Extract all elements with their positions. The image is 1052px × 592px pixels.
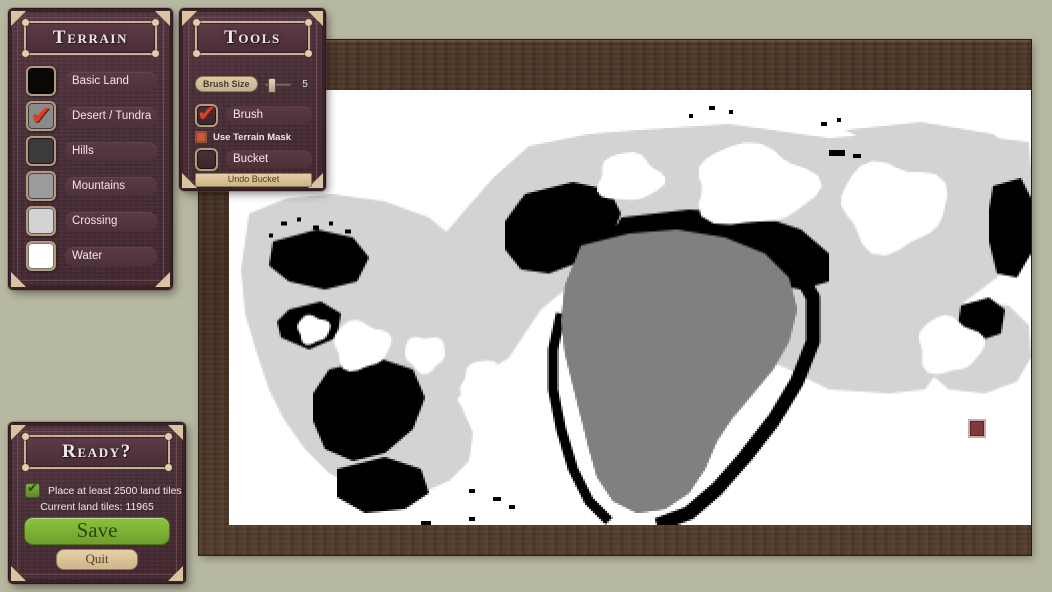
- ready-panel-title-plate: Ready?: [22, 433, 172, 471]
- requirement-met-check-icon: [25, 481, 40, 498]
- terrain-mask-checkbox[interactable]: [195, 131, 207, 143]
- terrain-swatch-icon[interactable]: [26, 136, 56, 166]
- corner-ornament-bottom-right: [168, 566, 183, 581]
- world-map-canvas[interactable]: [229, 90, 1031, 525]
- plate-stud-icon: [22, 19, 29, 26]
- save-button[interactable]: Save: [24, 517, 170, 545]
- checkmark-icon: ✔: [30, 101, 52, 131]
- terrain-item-crossing[interactable]: Crossing: [26, 204, 157, 238]
- map-canvas-area[interactable]: [229, 90, 1031, 525]
- terrain-item-water[interactable]: Water: [26, 239, 157, 273]
- bucket-label: Bucket: [226, 150, 312, 168]
- plate-stud-icon: [22, 464, 29, 471]
- terrain-item-desert-tundra[interactable]: ✔ Desert / Tundra: [26, 99, 157, 133]
- plate-stud-icon: [165, 464, 172, 471]
- terrain-item-basic-land[interactable]: Basic Land: [26, 64, 157, 98]
- corner-ornament-bottom-left: [11, 566, 26, 581]
- terrain-swatch-icon[interactable]: [26, 171, 56, 201]
- plate-stud-icon: [152, 19, 159, 26]
- tools-panel-title-plate: Tools: [193, 19, 312, 57]
- brush-size-row: Brush Size 5: [195, 75, 312, 93]
- terrain-item-label: Mountains: [65, 176, 157, 196]
- plate-stud-icon: [165, 433, 172, 440]
- terrain-panel-title: Terrain: [52, 27, 129, 48]
- terrain-swatch-icon[interactable]: ✔: [26, 101, 56, 131]
- checkmark-icon: ✔: [197, 100, 217, 127]
- plate-stud-icon: [22, 433, 29, 440]
- terrain-item-label: Desert / Tundra: [65, 106, 157, 126]
- plate-stud-icon: [305, 50, 312, 57]
- terrain-mask-label: Use Terrain Mask: [213, 131, 291, 143]
- quit-button[interactable]: Quit: [56, 549, 138, 570]
- terrain-swatch-icon[interactable]: [26, 66, 56, 96]
- plate-stud-icon: [22, 50, 29, 57]
- brush-label: Brush: [226, 106, 312, 124]
- tool-option-brush[interactable]: ✔ Brush: [195, 102, 312, 128]
- brush-checkbox[interactable]: ✔: [195, 100, 218, 127]
- ready-panel: Ready? Place at least 2500 land tiles Cu…: [9, 423, 185, 583]
- tools-panel: Tools Brush Size 5 ✔ Brush Use Terrain M…: [180, 9, 325, 190]
- terrain-panel-title-plate: Terrain: [22, 19, 159, 57]
- brush-cursor: [968, 419, 986, 438]
- plate-stud-icon: [193, 50, 200, 57]
- terrain-item-label: Water: [65, 246, 157, 266]
- slider-handle[interactable]: [267, 78, 276, 93]
- requirement-text: Place at least 2500 land tiles: [48, 484, 182, 497]
- plate-stud-icon: [152, 50, 159, 57]
- bucket-checkbox[interactable]: [195, 147, 218, 171]
- tools-panel-title: Tools: [224, 27, 281, 48]
- terrain-list: Basic Land ✔ Desert / Tundra Hills Mountains…: [26, 64, 157, 274]
- brush-size-slider[interactable]: [264, 77, 291, 93]
- undo-bucket-button[interactable]: Undo Bucket: [195, 173, 312, 187]
- terrain-item-label: Crossing: [65, 211, 157, 231]
- terrain-item-mountains[interactable]: Mountains: [26, 169, 157, 203]
- corner-ornament-bottom-left: [11, 272, 26, 287]
- ready-panel-title: Ready?: [62, 441, 132, 462]
- current-land-tiles-text: Current land tiles: 11965: [40, 501, 154, 513]
- terrain-panel: Terrain Basic Land ✔ Desert / Tundra Hills M…: [9, 9, 172, 289]
- terrain-item-label: Hills: [65, 141, 157, 161]
- terrain-item-label: Basic Land: [65, 71, 157, 91]
- brush-size-label: Brush Size: [195, 76, 258, 92]
- plate-stud-icon: [305, 19, 312, 26]
- plate-stud-icon: [193, 19, 200, 26]
- terrain-swatch-icon[interactable]: [26, 241, 56, 271]
- tool-option-terrain-mask[interactable]: Use Terrain Mask: [195, 130, 312, 144]
- tool-option-bucket[interactable]: Bucket: [195, 146, 312, 172]
- requirement-row: Place at least 2500 land tiles: [25, 481, 182, 498]
- brush-size-value: 5: [302, 78, 308, 90]
- terrain-swatch-icon[interactable]: [26, 206, 56, 236]
- terrain-item-hills[interactable]: Hills: [26, 134, 157, 168]
- corner-ornament-bottom-right: [155, 272, 170, 287]
